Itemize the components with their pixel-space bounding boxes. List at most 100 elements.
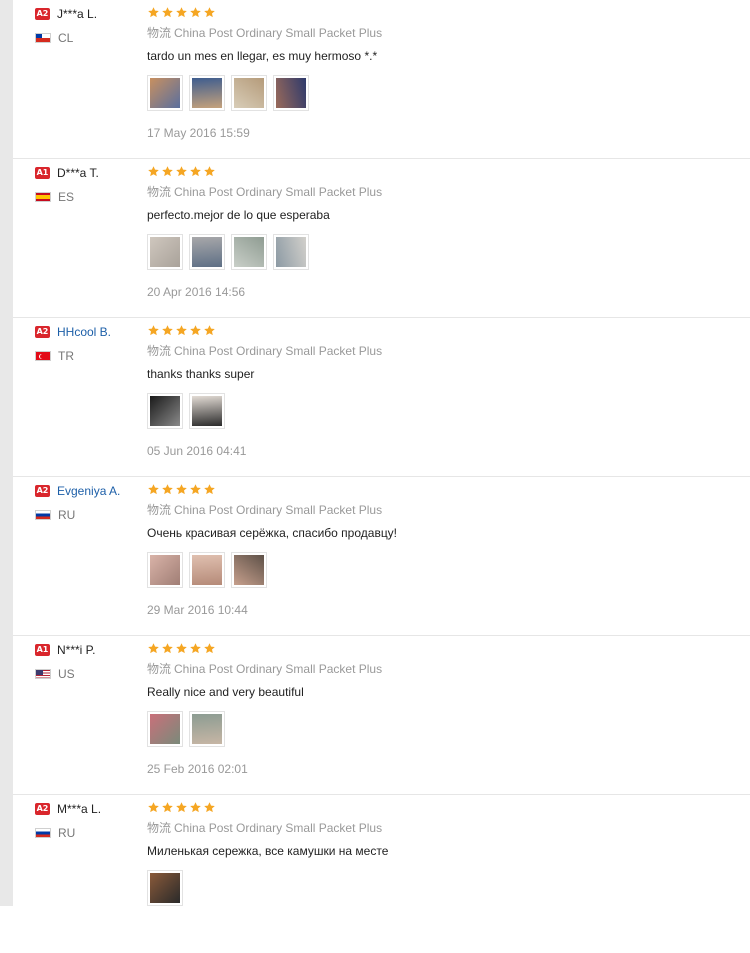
star-icon (203, 483, 216, 496)
star-icon (147, 483, 160, 496)
logistics-label: 物流 (147, 821, 172, 835)
country-flag-icon (35, 33, 51, 43)
logistics-label: 物流 (147, 185, 172, 199)
review-comment: tardo un mes en llegar, es muy hermoso *… (147, 49, 378, 63)
star-icon (189, 324, 202, 337)
country-code: TR (58, 349, 74, 363)
star-icon (203, 642, 216, 655)
buyer-name: N***i P. (57, 643, 96, 657)
country-flag-icon (35, 828, 51, 838)
star-icon (189, 483, 202, 496)
star-icon (203, 801, 216, 814)
buyer-info: A2 M***a L. RU (35, 802, 145, 840)
star-rating (147, 641, 750, 656)
logistics-method: China Post Ordinary Small Packet Plus (174, 662, 383, 676)
review-date: 05 Jun 2016 04:41 (147, 444, 247, 458)
star-rating (147, 323, 750, 338)
buyer-name[interactable]: Evgeniya A. (57, 484, 120, 498)
review-item: A2 M***a L. RU 物流 China Post Ordinary Sma… (13, 795, 750, 953)
country-code: RU (58, 508, 76, 522)
review-photo-thumbnail[interactable] (231, 75, 267, 111)
country-code: RU (58, 826, 76, 840)
star-icon (147, 801, 160, 814)
review-photo-thumbnail[interactable] (189, 711, 225, 747)
star-icon (147, 642, 160, 655)
logistics-info: 物流 China Post Ordinary Small Packet Plus (147, 501, 750, 518)
buyer-level-badge: A2 (35, 803, 50, 815)
review-feed: A2 J***a L. CL 物流 China Post Ordinary Sma… (13, 0, 750, 953)
photo-image (234, 78, 264, 108)
photo-image (192, 78, 222, 108)
country-flag-icon (35, 351, 51, 361)
photo-image (192, 396, 222, 426)
review-photo-thumbnail[interactable] (189, 75, 225, 111)
star-icon (175, 483, 188, 496)
buyer-info: A2 Evgeniya A. RU (35, 484, 145, 522)
logistics-label: 物流 (147, 344, 172, 358)
photo-image (150, 396, 180, 426)
photo-image (192, 237, 222, 267)
review-comment: thanks thanks super (147, 367, 255, 381)
review-photos (147, 393, 750, 431)
star-icon (147, 324, 160, 337)
review-photo-thumbnail[interactable] (147, 870, 183, 906)
logistics-method: China Post Ordinary Small Packet Plus (174, 821, 383, 835)
star-rating (147, 800, 750, 815)
logistics-method: China Post Ordinary Small Packet Plus (174, 185, 383, 199)
star-icon (175, 6, 188, 19)
buyer-level-badge: A2 (35, 326, 50, 338)
review-photo-thumbnail[interactable] (189, 552, 225, 588)
review-photo-thumbnail[interactable] (147, 711, 183, 747)
review-photos (147, 234, 750, 272)
star-icon (203, 6, 216, 19)
review-photo-thumbnail[interactable] (147, 552, 183, 588)
buyer-name: M***a L. (57, 802, 102, 816)
photo-image (192, 714, 222, 744)
photo-image (150, 78, 180, 108)
logistics-method: China Post Ordinary Small Packet Plus (174, 344, 383, 358)
review-photo-thumbnail[interactable] (189, 234, 225, 270)
buyer-level-badge: A1 (35, 644, 50, 656)
star-icon (161, 6, 174, 19)
review-photo-thumbnail[interactable] (147, 393, 183, 429)
review-comment: Очень красивая серёжка, спасибо продавцу… (147, 526, 398, 540)
review-photo-thumbnail[interactable] (147, 234, 183, 270)
star-icon (175, 165, 188, 178)
review-photo-thumbnail[interactable] (231, 552, 267, 588)
buyer-name: D***a T. (57, 166, 99, 180)
logistics-label: 物流 (147, 662, 172, 676)
review-photo-thumbnail[interactable] (147, 75, 183, 111)
star-rating (147, 5, 750, 20)
logistics-info: 物流 China Post Ordinary Small Packet Plus (147, 660, 750, 677)
review-date: 17 May 2016 15:59 (147, 126, 250, 140)
review-photo-thumbnail[interactable] (273, 75, 309, 111)
review-photo-thumbnail[interactable] (189, 393, 225, 429)
star-icon (175, 642, 188, 655)
photo-image (234, 237, 264, 267)
logistics-method: China Post Ordinary Small Packet Plus (174, 503, 383, 517)
country-code: CL (58, 31, 74, 45)
logistics-info: 物流 China Post Ordinary Small Packet Plus (147, 819, 750, 836)
star-icon (189, 801, 202, 814)
photo-image (234, 555, 264, 585)
review-item: A2 HHcool B. TR 物流 China Post Ordinary Sm… (13, 318, 750, 477)
star-icon (189, 165, 202, 178)
review-photo-thumbnail[interactable] (273, 234, 309, 270)
review-comment: Really nice and very beautiful (147, 685, 304, 699)
buyer-name[interactable]: HHcool B. (57, 325, 111, 339)
logistics-info: 物流 China Post Ordinary Small Packet Plus (147, 342, 750, 359)
review-body: 物流 China Post Ordinary Small Packet Plus … (147, 641, 750, 776)
review-photo-thumbnail[interactable] (231, 234, 267, 270)
review-item: A2 J***a L. CL 物流 China Post Ordinary Sma… (13, 0, 750, 159)
star-icon (189, 642, 202, 655)
review-item: A1 D***a T. ES 物流 China Post Ordinary Sma… (13, 159, 750, 318)
star-icon (161, 165, 174, 178)
review-body: 物流 China Post Ordinary Small Packet Plus … (147, 323, 750, 458)
photo-image (276, 237, 306, 267)
review-photos (147, 870, 750, 908)
review-comment: perfecto.mejor de lo que esperaba (147, 208, 330, 222)
star-icon (189, 6, 202, 19)
logistics-info: 物流 China Post Ordinary Small Packet Plus (147, 24, 750, 41)
review-photos (147, 711, 750, 749)
logistics-label: 物流 (147, 26, 172, 40)
